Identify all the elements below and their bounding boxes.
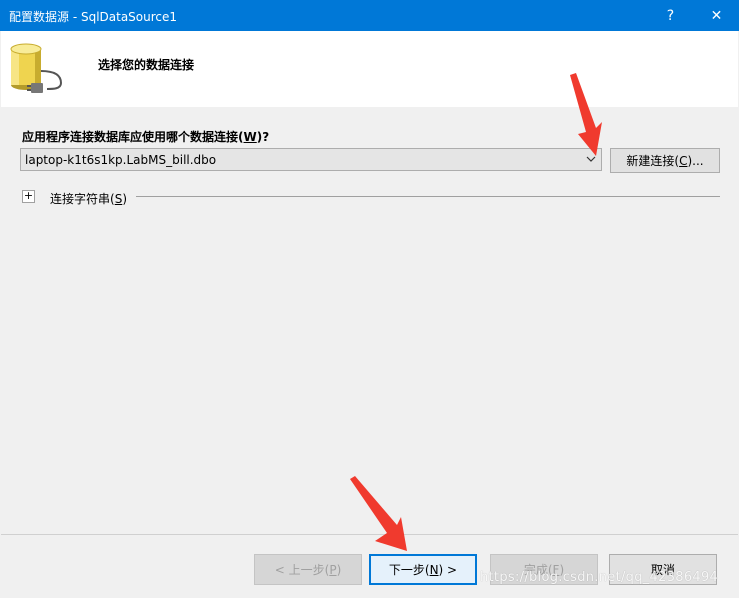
- window-title: 配置数据源 - SqlDataSource1: [9, 10, 178, 24]
- connection-string-label[interactable]: 连接字符串(S): [50, 190, 127, 207]
- footer-divider: [1, 534, 738, 535]
- next-button[interactable]: 下一步(N) >: [369, 554, 477, 585]
- chevron-down-icon[interactable]: [584, 151, 598, 167]
- help-button[interactable]: ?: [648, 0, 693, 31]
- wizard-header: 选择您的数据连接: [1, 31, 738, 107]
- connection-dropdown-value: laptop-k1t6s1kp.LabMS_bill.dbo: [25, 153, 217, 167]
- watermark-text: https://blog.csdn.net/qq_42386494: [480, 570, 719, 585]
- page-title: 选择您的数据连接: [98, 58, 195, 72]
- database-connection-icon: [10, 43, 63, 93]
- back-button[interactable]: < 上一步(P): [254, 554, 362, 585]
- annotation-arrow-bottom: [350, 476, 407, 551]
- group-divider: [136, 196, 720, 197]
- connection-question-label: 应用程序连接数据库应使用哪个数据连接(W)?: [22, 130, 270, 144]
- new-connection-button[interactable]: 新建连接(C)...: [610, 148, 720, 173]
- expand-toggle[interactable]: +: [22, 190, 35, 203]
- title-bar: 配置数据源 - SqlDataSource1 ? ✕: [0, 0, 739, 31]
- close-button[interactable]: ✕: [694, 0, 739, 31]
- connection-dropdown[interactable]: laptop-k1t6s1kp.LabMS_bill.dbo: [20, 148, 602, 171]
